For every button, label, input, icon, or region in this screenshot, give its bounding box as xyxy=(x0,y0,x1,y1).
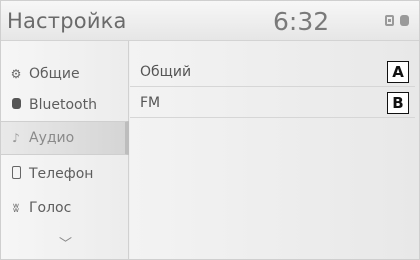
sidebar-item-label: Общие xyxy=(29,66,80,82)
gear-icon: ⚙ xyxy=(10,67,22,81)
sidebar-item-audio[interactable]: ♪ Аудио xyxy=(1,121,129,155)
header-bar: Настройка 6:32 xyxy=(1,1,419,41)
sidebar-item-bluetooth[interactable]: Bluetooth xyxy=(1,88,129,122)
list-item-label: FM xyxy=(140,94,161,111)
list-item-fm[interactable]: FM B xyxy=(130,88,415,118)
sidebar-item-voice[interactable]: ʬ Голос xyxy=(1,191,129,225)
settings-screen: Настройка 6:32 ⚙ Общие Bluetooth ♪ Аудио… xyxy=(0,0,420,260)
bluetooth-status-icon xyxy=(400,15,409,26)
phone-icon xyxy=(9,166,23,182)
music-note-icon: ♪ xyxy=(12,131,20,145)
settings-sidebar: ⚙ Общие Bluetooth ♪ Аудио Телефон ʬ Голо… xyxy=(1,41,129,259)
page-title: Настройка xyxy=(7,9,127,33)
list-item-general[interactable]: Общий A xyxy=(130,57,415,87)
callout-badge: B xyxy=(387,92,409,114)
sidebar-item-label: Bluetooth xyxy=(29,97,97,113)
audio-settings-panel: Общий A FM B xyxy=(130,41,419,259)
callout-badge: A xyxy=(387,61,409,83)
sidebar-item-label: Голос xyxy=(29,200,72,216)
phone-status-icon xyxy=(385,15,394,26)
status-icons xyxy=(385,15,409,26)
bluetooth-icon xyxy=(9,98,23,112)
clock: 6:32 xyxy=(273,7,330,36)
voice-icon: ʬ xyxy=(12,201,20,215)
sidebar-item-phone[interactable]: Телефон xyxy=(1,157,129,191)
list-item-label: Общий xyxy=(140,63,192,80)
sidebar-item-general[interactable]: ⚙ Общие xyxy=(1,57,129,91)
chevron-down-icon[interactable]: ﹀ xyxy=(59,233,72,252)
sidebar-item-label: Аудио xyxy=(29,130,75,146)
sidebar-item-label: Телефон xyxy=(29,166,94,182)
